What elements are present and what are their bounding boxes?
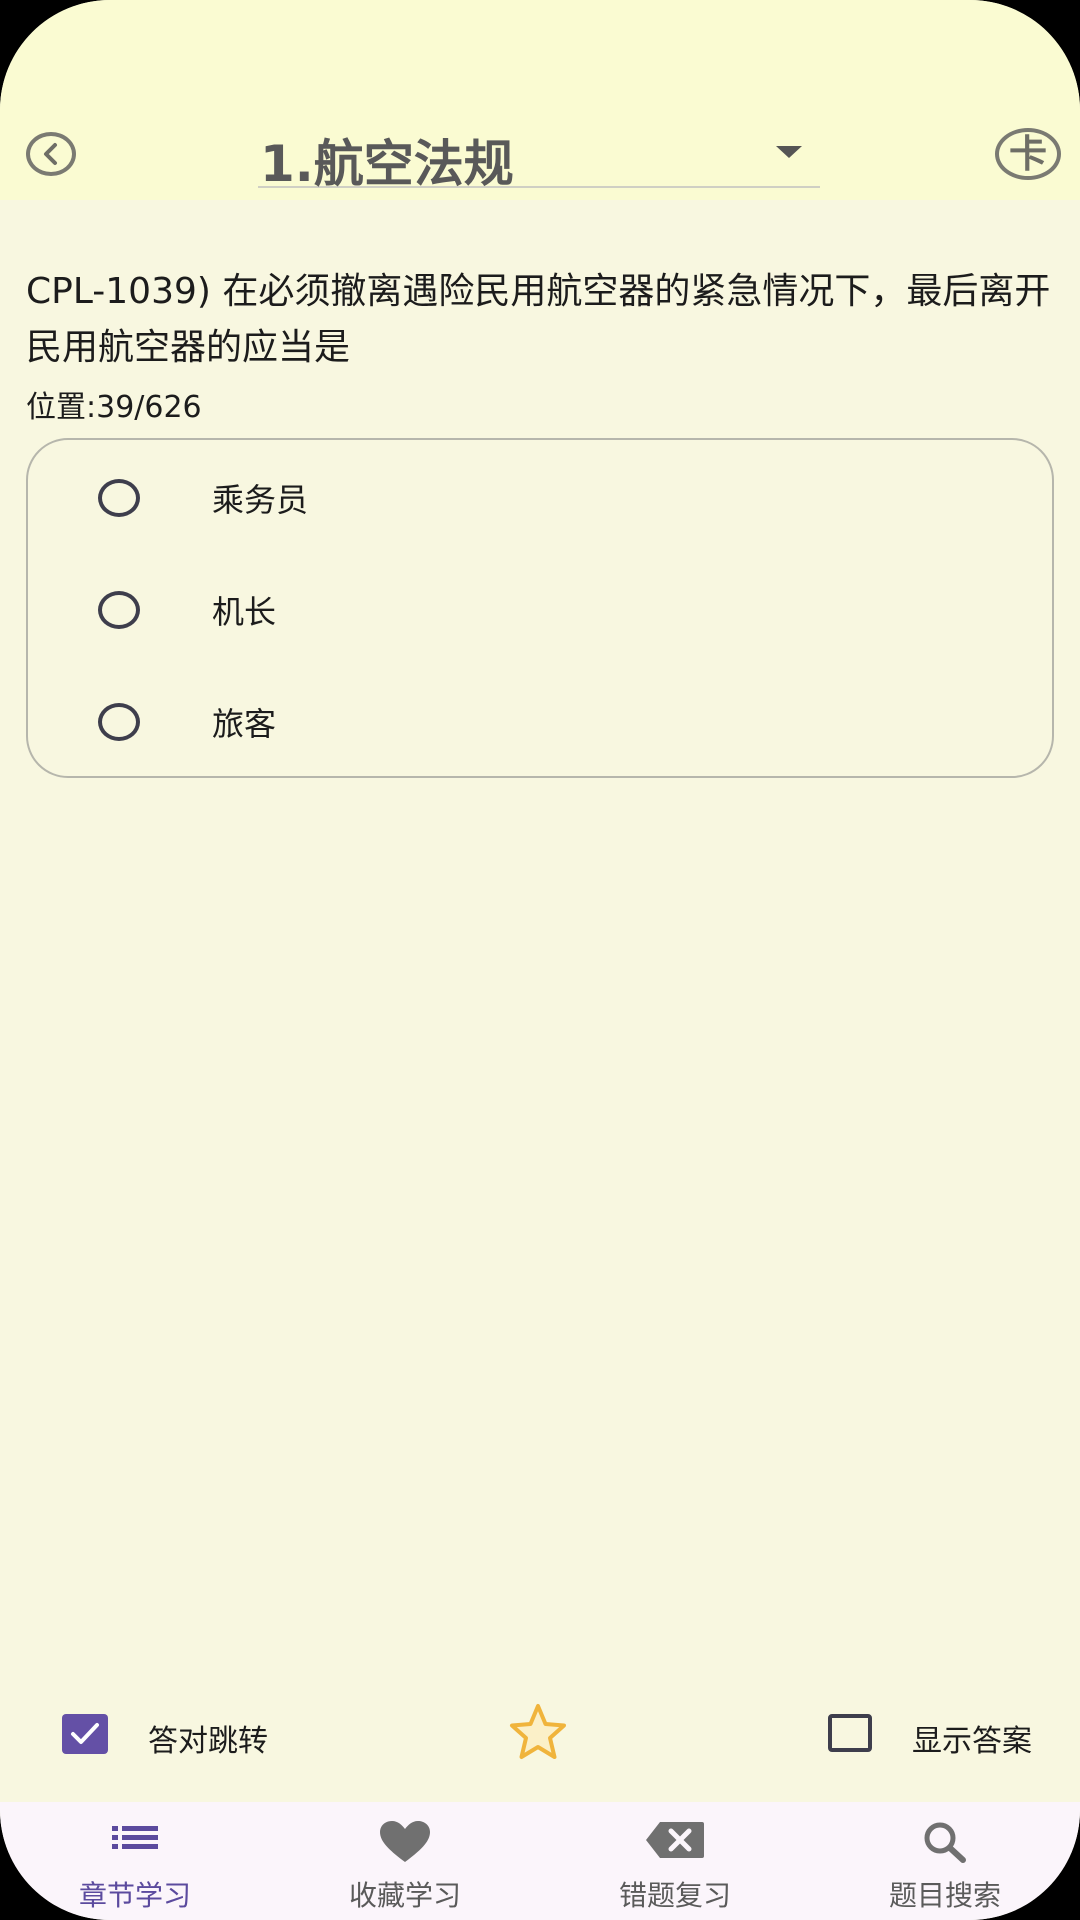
show-answer-checkbox[interactable]	[828, 1714, 872, 1752]
answer-card-button[interactable]: 卡	[995, 128, 1061, 180]
auto-jump-checkbox[interactable]	[62, 1714, 108, 1754]
option-2[interactable]: 机长	[28, 560, 1052, 660]
nav-question-search[interactable]: 题目搜索	[810, 1802, 1080, 1920]
nav-label: 收藏学习	[348, 1879, 461, 1912]
app-screen: 1.航空法规 卡 CPL-1039) 在必须撤离遇险民用航空器的紧急情况下，最后…	[0, 0, 1080, 1920]
radio-button[interactable]	[98, 591, 140, 629]
list-icon	[112, 1826, 158, 1849]
options-card: 乘务员 机长 旅客	[26, 438, 1054, 778]
card-button-label: 卡	[1008, 132, 1047, 176]
radio-button[interactable]	[98, 703, 140, 741]
radio-button[interactable]	[98, 479, 140, 517]
option-label: 机长	[212, 593, 277, 631]
bottom-controls: 答对跳转 显示答案	[0, 1700, 1080, 1770]
nav-chapter-study[interactable]: 章节学习	[0, 1802, 270, 1920]
nav-label: 错题复习	[618, 1879, 731, 1912]
option-3[interactable]: 旅客	[28, 672, 1052, 772]
favorite-button[interactable]	[506, 1702, 570, 1762]
caret-down-icon	[776, 146, 802, 158]
nav-favorites[interactable]: 收藏学习	[270, 1802, 540, 1920]
heart-icon	[380, 1821, 430, 1862]
nav-label: 章节学习	[78, 1879, 191, 1912]
chapter-dropdown[interactable]: 1.航空法规	[258, 110, 820, 193]
chapter-title: 1.航空法规	[260, 135, 514, 193]
bottom-navigation: 章节学习 收藏学习 错题复习 题目搜索	[0, 1802, 1080, 1920]
auto-jump-label: 答对跳转	[148, 1724, 268, 1759]
chevron-left-icon	[44, 143, 57, 165]
checkmark-icon	[71, 1723, 99, 1744]
search-icon	[924, 1822, 966, 1863]
option-label: 乘务员	[212, 481, 309, 519]
option-1[interactable]: 乘务员	[28, 448, 1052, 548]
backspace-icon	[646, 1822, 704, 1858]
question-position: 位置:39/626	[26, 390, 202, 425]
back-button[interactable]	[26, 132, 76, 176]
question-text: CPL-1039) 在必须撤离遇险民用航空器的紧急情况下，最后离开民用航空器的应…	[26, 271, 1051, 368]
star-icon	[510, 1704, 566, 1759]
option-label: 旅客	[212, 705, 277, 743]
show-answer-label: 显示答案	[912, 1724, 1032, 1759]
nav-label: 题目搜索	[888, 1879, 1001, 1912]
nav-wrong-review[interactable]: 错题复习	[540, 1802, 810, 1920]
top-bar: 1.航空法规 卡	[0, 0, 1080, 200]
